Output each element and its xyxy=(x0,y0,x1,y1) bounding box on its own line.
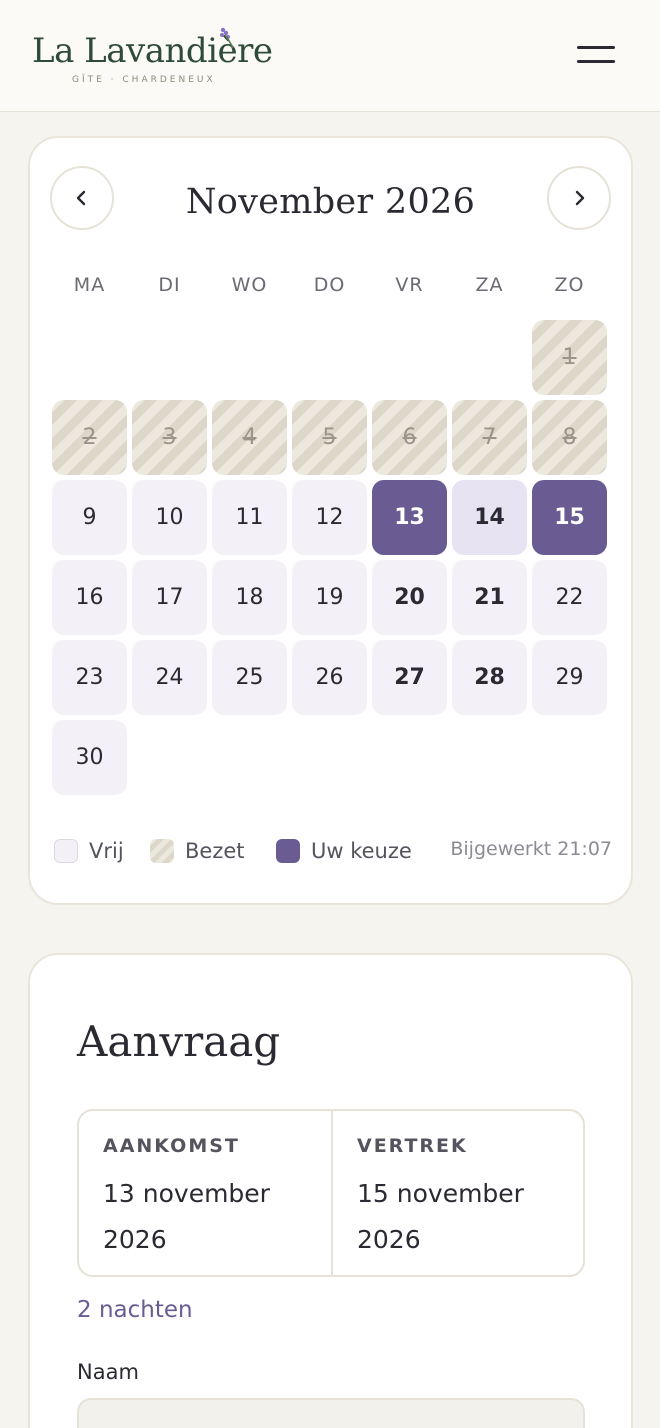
weekday-label: WO xyxy=(231,274,268,296)
calendar-day[interactable]: 12 xyxy=(292,480,367,555)
weekday-label: VR xyxy=(395,274,424,296)
legend-booked-swatch xyxy=(150,839,174,863)
legend-free-swatch xyxy=(54,839,78,863)
calendar-day[interactable]: 29 xyxy=(532,640,607,715)
calendar-day[interactable]: 17 xyxy=(132,560,207,635)
month-title: November 2026 xyxy=(185,182,476,222)
hamburger-menu-icon-bar xyxy=(577,60,615,63)
calendar-day[interactable]: 15 xyxy=(532,480,607,555)
name-input[interactable] xyxy=(77,1398,585,1428)
legend-choice-swatch xyxy=(276,839,300,863)
next-month-button[interactable] xyxy=(547,166,611,230)
calendar-day[interactable]: 26 xyxy=(292,640,367,715)
calendar-day: 3 xyxy=(132,400,207,475)
legend-booked-label: Bezet xyxy=(185,839,245,863)
lavender-sprig-icon xyxy=(220,27,234,49)
nights-count: 2 nachten xyxy=(77,1297,193,1323)
legend-free-label: Vrij xyxy=(89,839,124,863)
request-title: Aanvraag xyxy=(77,1017,281,1066)
legend-booked: Bezet xyxy=(150,836,245,866)
calendar-day[interactable]: 10 xyxy=(132,480,207,555)
departure-date: 15 november 2026 xyxy=(357,1179,524,1254)
calendar-day: 4 xyxy=(212,400,287,475)
legend-choice-label: Uw keuze xyxy=(311,839,412,863)
calendar-day[interactable]: 24 xyxy=(132,640,207,715)
weekday-label: MA xyxy=(73,274,106,296)
arrival-label: AANKOMST xyxy=(103,1135,240,1157)
calendar-day[interactable]: 11 xyxy=(212,480,287,555)
chevron-right-icon xyxy=(575,190,585,206)
hamburger-menu-icon xyxy=(577,46,615,49)
calendar-day: 8 xyxy=(532,400,607,475)
calendar-day: 1 xyxy=(532,320,607,395)
menu-button[interactable] xyxy=(574,42,618,70)
calendar-grid: 1 2 3 4 5 6 7 8 9 10 11 12 13 14 15 16 1… xyxy=(52,320,612,800)
arrival-section: AANKOMST 13 november 2026 xyxy=(103,1135,323,1263)
last-updated-text: Bijgewerkt 21:07 xyxy=(450,838,612,860)
calendar-day[interactable]: 28 xyxy=(452,640,527,715)
calendar-day[interactable]: 22 xyxy=(532,560,607,635)
calendar-day: 6 xyxy=(372,400,447,475)
calendar-legend: Vrij Bezet Uw keuze Bijgewerkt 21:07 xyxy=(52,836,612,866)
calendar-day[interactable]: 23 xyxy=(52,640,127,715)
legend-free: Vrij xyxy=(54,836,124,866)
calendar-day[interactable]: 20 xyxy=(372,560,447,635)
calendar-day: 2 xyxy=(52,400,127,475)
weekday-label: DO xyxy=(313,274,346,296)
selected-dates-summary: AANKOMST 13 november 2026 VERTREK 15 nov… xyxy=(77,1109,585,1277)
calendar-day[interactable]: 9 xyxy=(52,480,127,555)
departure-label: VERTREK xyxy=(357,1135,468,1157)
calendar-day: 5 xyxy=(292,400,367,475)
calendar-day[interactable]: 30 xyxy=(52,720,127,795)
weekday-label: ZO xyxy=(554,274,585,296)
calendar-day[interactable]: 14 xyxy=(452,480,527,555)
calendar-day[interactable]: 18 xyxy=(212,560,287,635)
availability-calendar: November 2026 MA DI WO DO VR ZA ZO 1 2 3… xyxy=(28,136,633,905)
legend-choice: Uw keuze xyxy=(276,836,412,866)
weekday-label: DI xyxy=(158,274,181,296)
weekday-header: MA DI WO DO VR ZA ZO xyxy=(52,274,612,304)
calendar-day[interactable]: 19 xyxy=(292,560,367,635)
calendar-day[interactable]: 25 xyxy=(212,640,287,715)
calendar-day[interactable]: 13 xyxy=(372,480,447,555)
calendar-day[interactable]: 21 xyxy=(452,560,527,635)
logo-subtitle: GÎTE · CHARDENEUX xyxy=(72,75,216,85)
calendar-day[interactable]: 16 xyxy=(52,560,127,635)
departure-section: VERTREK 15 november 2026 xyxy=(357,1135,577,1263)
request-form-card: Aanvraag AANKOMST 13 november 2026 VERTR… xyxy=(28,953,633,1428)
site-header: La Lavandière GÎTE · CHARDENEUX xyxy=(0,0,660,112)
weekday-label: ZA xyxy=(475,274,504,296)
arrival-date: 13 november 2026 xyxy=(103,1179,270,1254)
logo[interactable]: La Lavandière GÎTE · CHARDENEUX xyxy=(32,26,292,90)
name-label: Naam xyxy=(77,1360,139,1384)
calendar-day[interactable]: 27 xyxy=(372,640,447,715)
date-divider xyxy=(331,1111,333,1275)
calendar-day: 7 xyxy=(452,400,527,475)
logo-title: La Lavandière xyxy=(32,31,273,71)
